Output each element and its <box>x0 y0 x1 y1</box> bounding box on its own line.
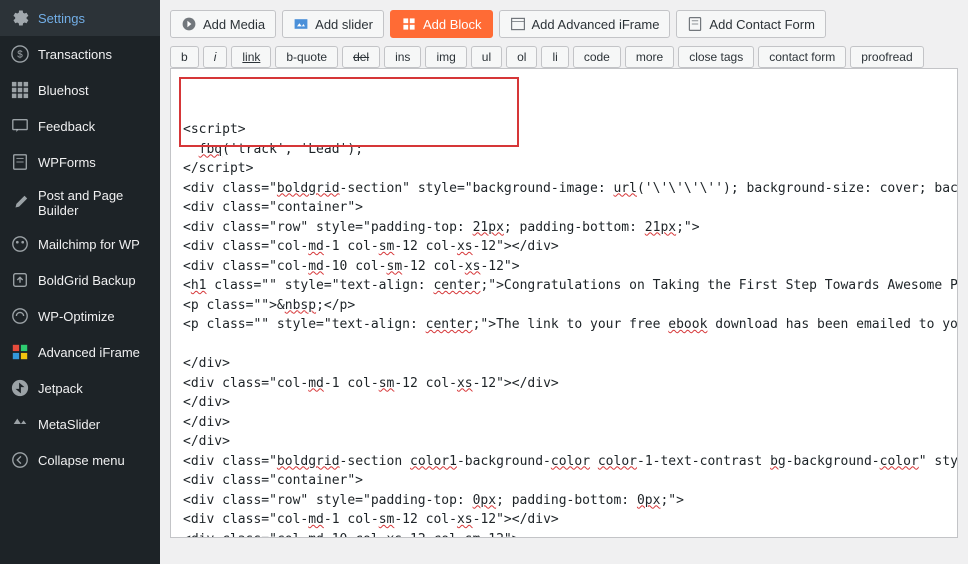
sidebar-item-label: Advanced iFrame <box>38 345 140 360</box>
qt-del[interactable]: del <box>342 46 380 68</box>
qt-italic[interactable]: i <box>203 46 228 68</box>
sidebar-item-label: Collapse menu <box>38 453 125 468</box>
add-block-button[interactable]: Add Block <box>390 10 493 38</box>
mailchimp-icon <box>10 234 30 254</box>
collapse-icon <box>10 450 30 470</box>
qt-img[interactable]: img <box>425 46 466 68</box>
backup-icon <box>10 270 30 290</box>
iframe-icon <box>510 16 526 32</box>
sidebar-item-wpforms[interactable]: WPForms <box>0 144 160 180</box>
add-slider-button[interactable]: Add slider <box>282 10 384 38</box>
slider-icon <box>10 414 30 434</box>
qt-ins[interactable]: ins <box>384 46 421 68</box>
sidebar-item-feedback[interactable]: Feedback <box>0 108 160 144</box>
sidebar-item-post-page-builder[interactable]: Post and Page Builder <box>0 180 160 226</box>
block-icon <box>401 16 417 32</box>
sidebar-item-label: Settings <box>38 11 85 26</box>
sidebar-item-wp-optimize[interactable]: WP-Optimize <box>0 298 160 334</box>
add-advanced-iframe-button[interactable]: Add Advanced iFrame <box>499 10 671 38</box>
slider-icon <box>293 16 309 32</box>
sidebar-item-boldgrid-backup[interactable]: BoldGrid Backup <box>0 262 160 298</box>
button-label: Add slider <box>315 17 373 32</box>
quicktags-toolbar: b i link b-quote del ins img ul ol li co… <box>170 46 958 68</box>
jetpack-icon <box>10 378 30 398</box>
sidebar-item-metaslider[interactable]: MetaSlider <box>0 406 160 442</box>
optimize-icon <box>10 306 30 326</box>
code-editor[interactable]: <script> fbq('track', 'Lead'); </script>… <box>170 68 958 538</box>
dollar-icon: $ <box>10 44 30 64</box>
wpforms-icon <box>10 152 30 172</box>
button-label: Add Media <box>203 17 265 32</box>
qt-proofread[interactable]: proofread <box>850 46 923 68</box>
sidebar-item-label: BoldGrid Backup <box>38 273 136 288</box>
sidebar-item-label: Jetpack <box>38 381 83 396</box>
sidebar-item-label: MetaSlider <box>38 417 100 432</box>
qt-contact-form[interactable]: contact form <box>758 46 846 68</box>
sidebar-item-label: WPForms <box>38 155 96 170</box>
form-icon <box>687 16 703 32</box>
sidebar-item-jetpack[interactable]: Jetpack <box>0 370 160 406</box>
add-media-button[interactable]: Add Media <box>170 10 276 38</box>
main-content: Add Media Add slider Add Block Add Advan… <box>160 0 968 564</box>
sidebar-item-advanced-iframe[interactable]: Advanced iFrame <box>0 334 160 370</box>
sidebar-item-label: Bluehost <box>38 83 89 98</box>
qt-close-tags[interactable]: close tags <box>678 46 754 68</box>
qt-bquote[interactable]: b-quote <box>275 46 338 68</box>
sidebar-item-mailchimp[interactable]: Mailchimp for WP <box>0 226 160 262</box>
sidebar-item-label: Transactions <box>38 47 112 62</box>
button-label: Add Block <box>423 17 482 32</box>
qt-ul[interactable]: ul <box>471 46 502 68</box>
sidebar-item-label: Post and Page Builder <box>38 188 152 218</box>
sidebar-item-label: WP-Optimize <box>38 309 115 324</box>
qt-li[interactable]: li <box>541 46 568 68</box>
sidebar-item-label: Mailchimp for WP <box>38 237 140 252</box>
iframe-icon <box>10 342 30 362</box>
qt-link[interactable]: link <box>231 46 271 68</box>
gear-icon <box>10 8 30 28</box>
sidebar-item-label: Feedback <box>38 119 95 134</box>
admin-sidebar: Settings $ Transactions Bluehost Feedback… <box>0 0 160 564</box>
sidebar-item-bluehost[interactable]: Bluehost <box>0 72 160 108</box>
qt-more[interactable]: more <box>625 46 674 68</box>
button-label: Add Advanced iFrame <box>532 17 660 32</box>
svg-text:$: $ <box>17 50 23 61</box>
brush-icon <box>10 193 30 213</box>
qt-code[interactable]: code <box>573 46 621 68</box>
sidebar-item-settings[interactable]: Settings <box>0 0 160 36</box>
media-icon <box>181 16 197 32</box>
button-label: Add Contact Form <box>709 17 815 32</box>
media-toolbar: Add Media Add slider Add Block Add Advan… <box>170 10 958 38</box>
add-contact-form-button[interactable]: Add Contact Form <box>676 10 826 38</box>
grid-icon <box>10 80 30 100</box>
qt-bold[interactable]: b <box>170 46 199 68</box>
sidebar-item-collapse[interactable]: Collapse menu <box>0 442 160 478</box>
qt-ol[interactable]: ol <box>506 46 537 68</box>
sidebar-item-transactions[interactable]: $ Transactions <box>0 36 160 72</box>
feedback-icon <box>10 116 30 136</box>
